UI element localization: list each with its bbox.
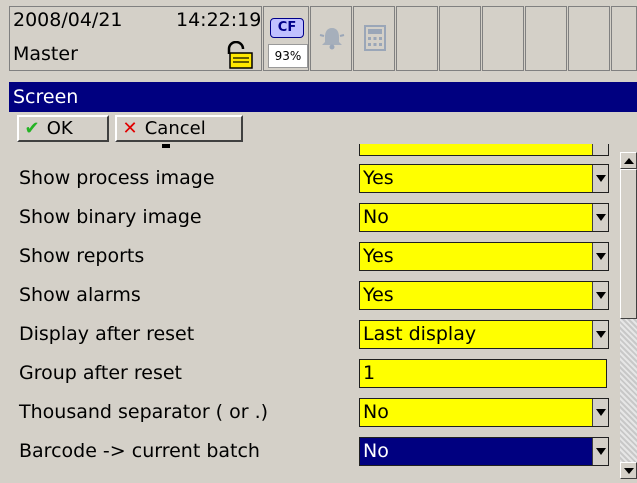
dropdown-arrow-icon[interactable] bbox=[592, 282, 608, 309]
clock-panel: 2008/04/21 14:22:19 Master bbox=[9, 6, 262, 71]
time-display: 14:22:19 bbox=[176, 9, 262, 31]
status-slot-5 bbox=[568, 6, 610, 71]
cancel-button[interactable]: ✕ Cancel bbox=[115, 115, 243, 142]
setting-select[interactable]: Yes bbox=[359, 242, 609, 271]
checkmark-icon: ✔ bbox=[24, 118, 40, 139]
select-value: No bbox=[363, 206, 389, 228]
setting-select[interactable]: Yes bbox=[359, 164, 609, 193]
scrolled-field[interactable] bbox=[359, 144, 609, 156]
setting-row-barcode-current-batch: Barcode -> current batch No bbox=[9, 434, 609, 468]
select-value: Last display bbox=[363, 323, 477, 345]
setting-label: Show process image bbox=[19, 167, 215, 189]
setting-select[interactable]: Last display bbox=[359, 320, 609, 349]
ok-button-label: OK bbox=[46, 118, 73, 139]
setting-label: Show binary image bbox=[19, 206, 202, 228]
setting-row-group-after-reset: Group after reset 1 bbox=[9, 356, 609, 390]
calculator-icon bbox=[364, 25, 386, 51]
dropdown-arrow-icon[interactable] bbox=[592, 243, 608, 270]
cf-card-icon: CF bbox=[270, 18, 304, 38]
input-value: 1 bbox=[363, 362, 376, 384]
status-bar: 2008/04/21 14:22:19 Master CF 93% bbox=[0, 0, 637, 78]
setting-input[interactable]: 1 bbox=[359, 359, 607, 388]
cancel-button-label: Cancel bbox=[144, 118, 206, 139]
dropdown-arrow-icon[interactable] bbox=[592, 204, 608, 231]
page-title: Screen bbox=[9, 82, 637, 112]
dropdown-arrow-icon[interactable] bbox=[592, 438, 608, 465]
setting-label: Show reports bbox=[19, 245, 145, 267]
setting-select-focused[interactable]: No bbox=[359, 437, 609, 466]
settings-form: Show process image Yes Show binary image… bbox=[9, 144, 609, 479]
setting-row-show-binary-image: Show binary image No bbox=[9, 200, 609, 234]
setting-label: Thousand separator ( or .) bbox=[19, 401, 269, 423]
dropdown-arrow-icon[interactable] bbox=[592, 399, 608, 426]
toolbar: ✔ OK ✕ Cancel bbox=[9, 112, 637, 144]
cf-card-status[interactable]: CF 93% bbox=[263, 6, 309, 71]
setting-label: Show alarms bbox=[19, 284, 141, 306]
select-value: No bbox=[363, 440, 389, 462]
close-icon: ✕ bbox=[122, 118, 138, 139]
setting-row-show-alarms: Show alarms Yes bbox=[9, 278, 609, 312]
dropdown-arrow-icon bbox=[592, 144, 608, 155]
setting-select[interactable]: No bbox=[359, 203, 609, 232]
setting-select[interactable]: No bbox=[359, 398, 609, 427]
setting-label: Group after reset bbox=[19, 362, 182, 384]
scroll-up-icon[interactable] bbox=[620, 152, 637, 169]
status-slot-4 bbox=[525, 6, 567, 71]
select-value: Yes bbox=[363, 245, 394, 267]
date-display: 2008/04/21 bbox=[13, 9, 123, 31]
setting-label: Display after reset bbox=[19, 323, 195, 345]
setting-row-show-reports: Show reports Yes bbox=[9, 239, 609, 273]
scroll-thumb[interactable] bbox=[620, 169, 637, 319]
scroll-down-icon[interactable] bbox=[620, 462, 637, 479]
ok-button[interactable]: ✔ OK bbox=[17, 115, 109, 142]
status-slot-3 bbox=[482, 6, 524, 71]
dropdown-arrow-icon[interactable] bbox=[592, 321, 608, 348]
alarm-slot[interactable] bbox=[310, 6, 352, 71]
calculator-slot[interactable] bbox=[353, 6, 395, 71]
setting-row-display-after-reset: Display after reset Last display bbox=[9, 317, 609, 351]
setting-row-thousand-separator: Thousand separator ( or .) No bbox=[9, 395, 609, 429]
select-value: Yes bbox=[363, 284, 394, 306]
padlock-open-icon[interactable] bbox=[220, 41, 254, 69]
vertical-scrollbar[interactable] bbox=[620, 144, 637, 479]
alarm-bell-icon bbox=[319, 28, 345, 50]
dropdown-arrow-icon[interactable] bbox=[592, 165, 608, 192]
status-slot-1 bbox=[396, 6, 438, 71]
status-slot-2 bbox=[439, 6, 481, 71]
clipped-label-fragment bbox=[162, 144, 170, 148]
select-value: No bbox=[363, 401, 389, 423]
setting-select[interactable]: Yes bbox=[359, 281, 609, 310]
setting-row-show-process-image: Show process image Yes bbox=[9, 161, 609, 195]
status-slot-6 bbox=[611, 6, 637, 71]
select-value: Yes bbox=[363, 167, 394, 189]
cf-usage-percent: 93% bbox=[268, 44, 308, 68]
setting-label: Barcode -> current batch bbox=[19, 440, 260, 462]
user-mode-label: Master bbox=[13, 43, 78, 65]
